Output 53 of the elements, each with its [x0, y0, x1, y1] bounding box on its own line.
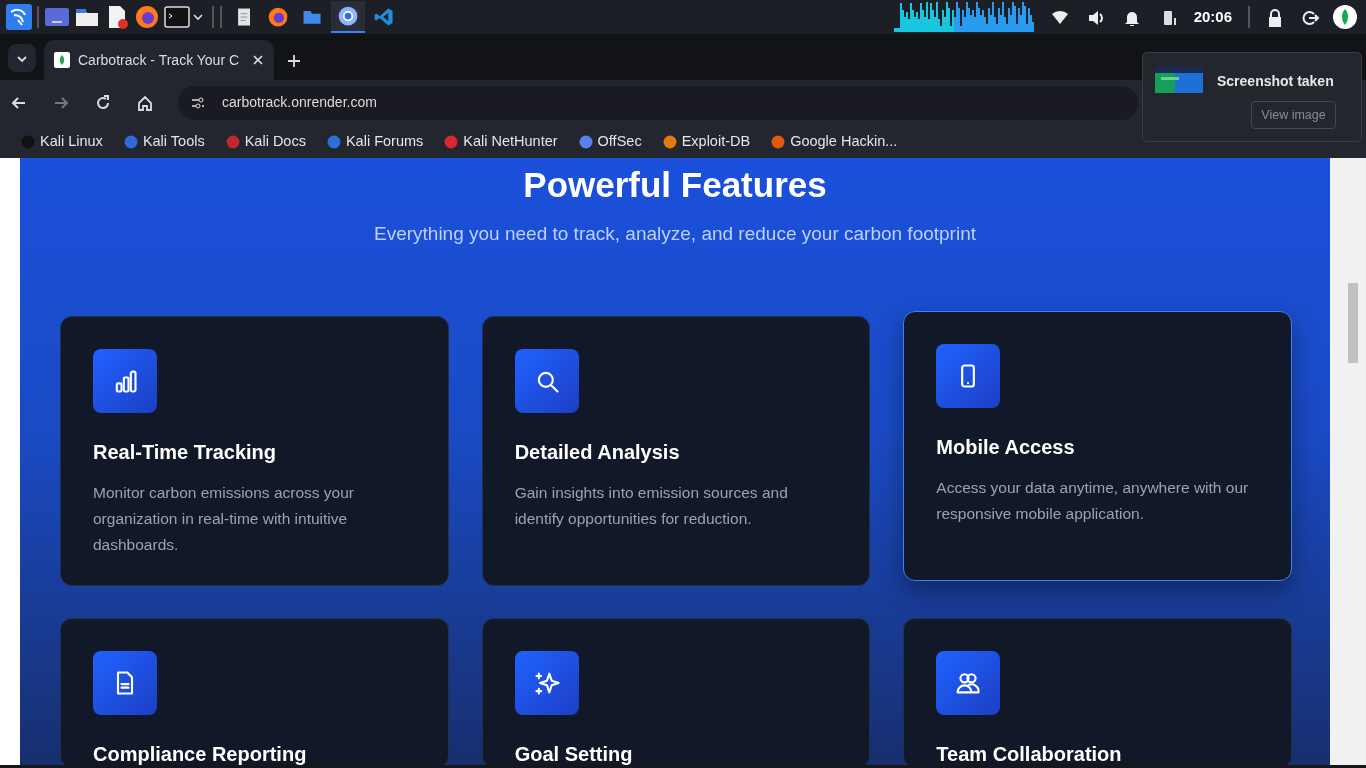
- site-settings-icon[interactable]: [190, 94, 206, 111]
- url-text: carbotrack.onrender.com: [222, 93, 377, 112]
- new-tab-icon[interactable]: [286, 52, 302, 69]
- bookmark-icon: [577, 133, 594, 150]
- bookmark-icon: [661, 133, 678, 150]
- caret-icon[interactable]: [192, 11, 204, 23]
- bookmark[interactable]: Kali Tools: [116, 130, 211, 153]
- tab-title: Carbotrack - Track Your C: [78, 50, 241, 70]
- feature-title: Detailed Analysis: [514, 440, 681, 463]
- bookmark-icon: [443, 133, 460, 150]
- leaf-favicon-icon: [54, 52, 70, 68]
- firefox-icon: [134, 4, 160, 30]
- feature-title: Mobile Access: [936, 435, 1076, 458]
- bookmark[interactable]: Kali Forums: [319, 130, 430, 153]
- browser-tab[interactable]: Carbotrack - Track Your C: [44, 40, 274, 80]
- avatar-icon[interactable]: [1332, 4, 1358, 30]
- clock-text: 20:06: [1193, 6, 1232, 27]
- browser-icon: [337, 5, 359, 27]
- scrollbar-thumb[interactable]: [1348, 283, 1358, 363]
- feature-title: Team Collaboration: [936, 742, 1123, 765]
- scrollbar[interactable]: [1330, 158, 1366, 765]
- feature-title: Compliance Reporting: [93, 742, 308, 765]
- bookmark[interactable]: Kali NetHunter: [437, 130, 564, 153]
- bookmark[interactable]: OffSec: [571, 130, 648, 153]
- feature-description: Gain insights into emission sources and identify opportunities for reduction.: [514, 482, 789, 529]
- notification-title: Screenshot taken: [1217, 72, 1334, 91]
- launcher-button[interactable]: [4, 1, 34, 33]
- bookmark[interactable]: Kali Linux: [14, 130, 109, 153]
- section-heading: Powerful Features: [522, 164, 828, 206]
- bookmark-icon: [770, 133, 787, 150]
- feature-title: Goal Setting: [514, 742, 634, 765]
- bookmark[interactable]: Kali Docs: [218, 130, 312, 153]
- terminal-icon: [164, 4, 190, 30]
- home-icon[interactable]: [136, 93, 154, 112]
- close-icon[interactable]: [252, 54, 264, 66]
- feature-description: Monitor carbon emissions across your organization in real-time with intuitive dashboards.: [93, 482, 356, 555]
- bookmark[interactable]: Exploit-DB: [655, 130, 757, 153]
- address-bar[interactable]: carbotrack.onrender.com: [178, 85, 1138, 120]
- bookmark[interactable]: Google Hackin...: [764, 130, 904, 153]
- firefox-icon: [267, 6, 289, 28]
- bookmark-icon: [325, 133, 342, 150]
- bookmark-icon: [224, 133, 241, 150]
- task-button[interactable]: [331, 1, 365, 33]
- bookmark-icon: [122, 133, 139, 150]
- lock-icon[interactable]: [1266, 7, 1284, 28]
- code-editor-icon: [373, 6, 395, 28]
- feature-title: Real-Time Tracking: [93, 440, 278, 463]
- feature-description: Access your data anytime, anywhere with our responsive mobile application.: [936, 477, 1250, 524]
- view-image-button[interactable]: View image: [1251, 101, 1336, 129]
- reload-icon[interactable]: [94, 93, 112, 112]
- bookmark-icon: [20, 133, 36, 150]
- tab-list-button[interactable]: [8, 44, 36, 72]
- section-subheading: Everything you need to track, analyze, and reduce your carbon footprint: [373, 222, 977, 246]
